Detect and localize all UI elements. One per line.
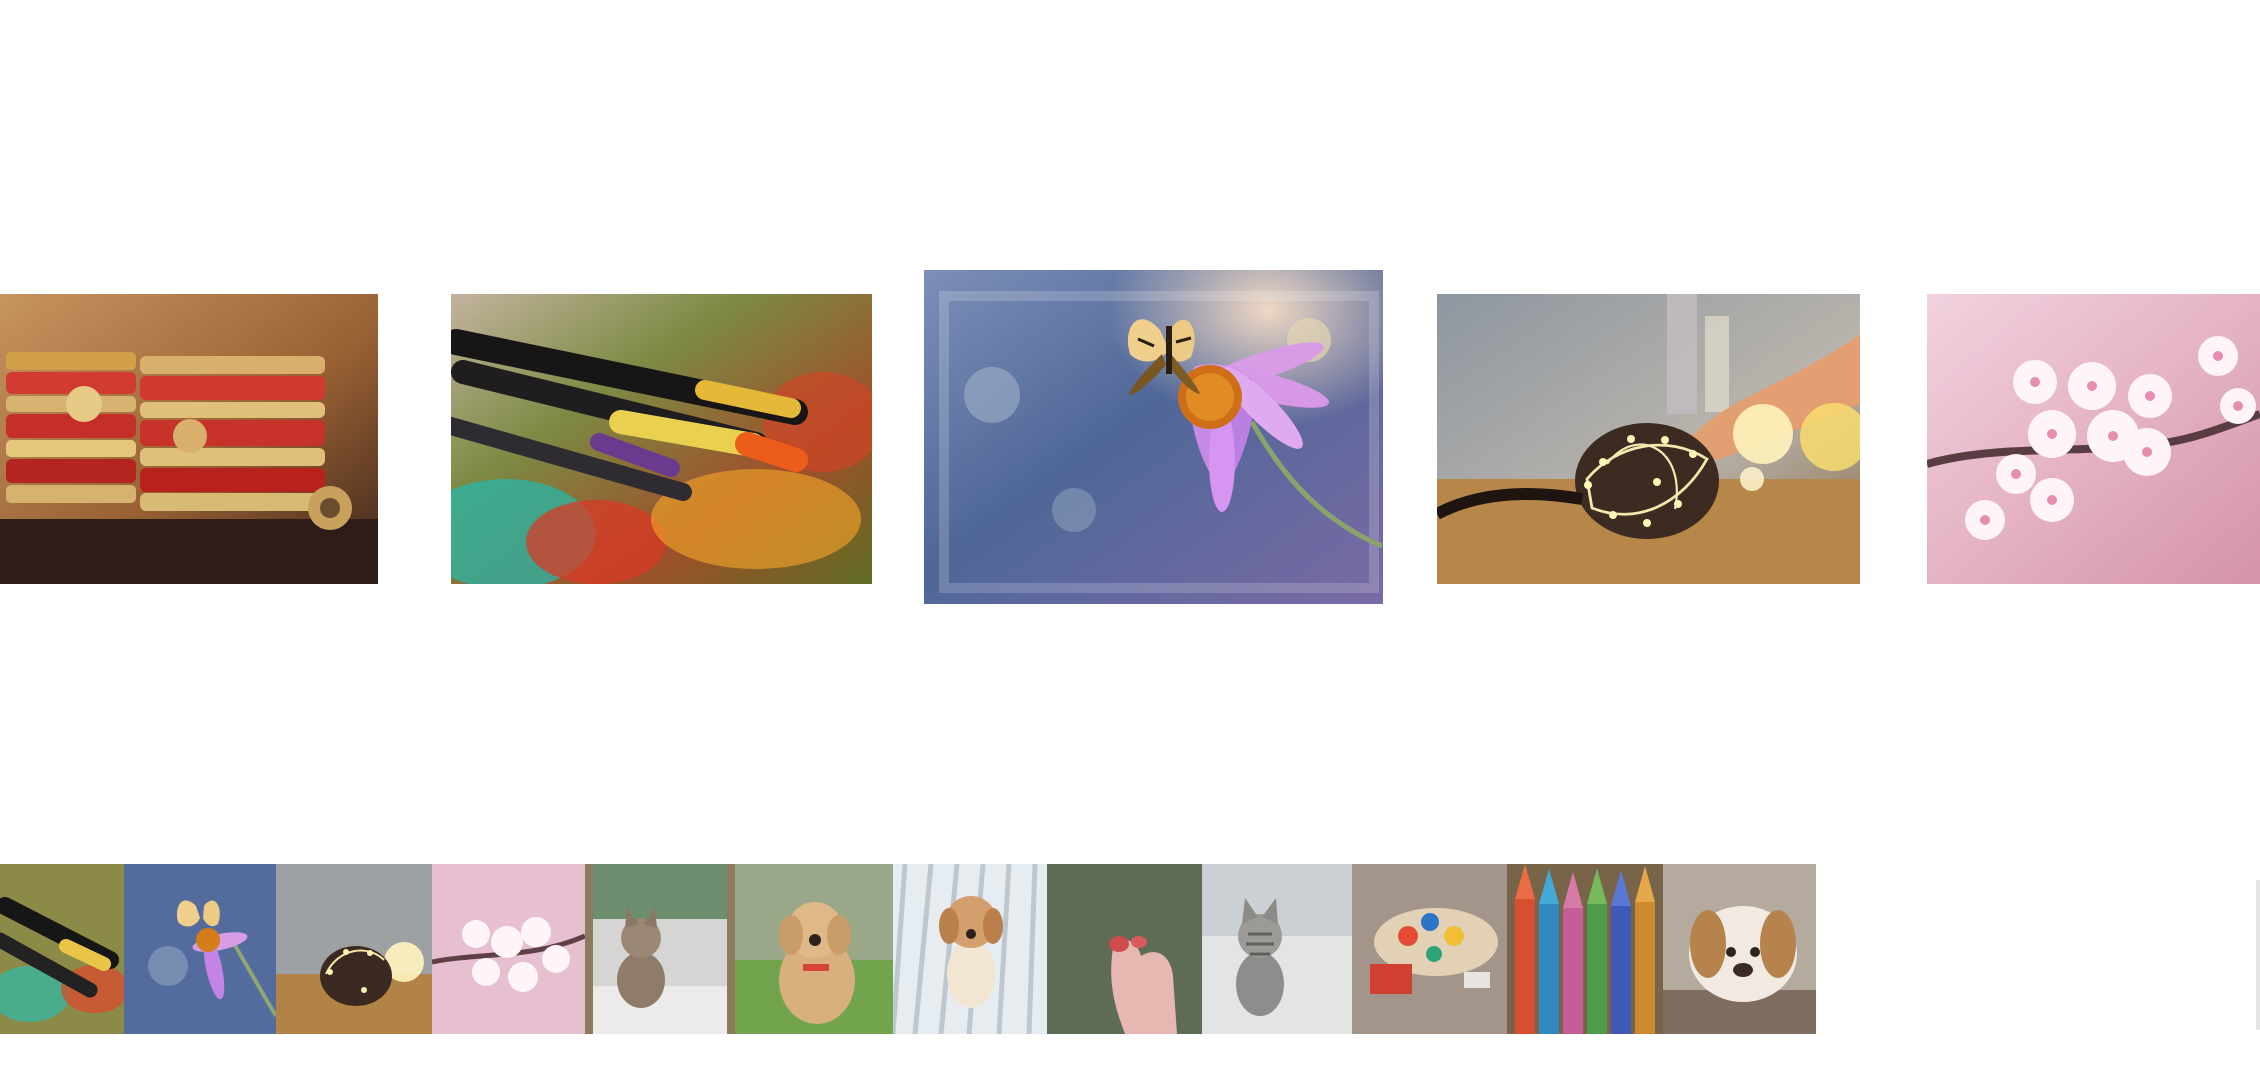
thumbnail-butterfly-flower[interactable] xyxy=(124,864,276,1034)
thumbnail-strip xyxy=(0,864,1820,1034)
hand-thumb xyxy=(1047,864,1202,1034)
paintbrushes-thumb xyxy=(0,864,124,1034)
slide-paintbrushes[interactable] xyxy=(451,294,872,584)
thumbnail-colored-pencils[interactable] xyxy=(1507,864,1663,1034)
kitten-thumb xyxy=(585,864,735,1034)
butterfly-flower-image xyxy=(924,270,1383,604)
thumbnail-sleeping-puppy[interactable] xyxy=(1663,864,1816,1034)
thumbnail-paintbrushes[interactable] xyxy=(0,864,124,1034)
slide-bangles[interactable] xyxy=(0,294,378,584)
slide-cherry-blossom[interactable] xyxy=(1927,294,2260,584)
fairy-lights-image xyxy=(1437,294,1860,584)
thumbnail-tabby-kitten[interactable] xyxy=(1202,864,1352,1034)
lights-thumb xyxy=(276,864,432,1034)
puppy-deck-thumb xyxy=(893,864,1047,1034)
sleeping-puppy-thumb xyxy=(1663,864,1816,1034)
tabby-kitten-thumb xyxy=(1202,864,1352,1034)
thumbnail-cherry-blossom[interactable] xyxy=(432,864,585,1034)
paint-palette-thumb xyxy=(1352,864,1507,1034)
bangles-image xyxy=(0,294,378,584)
slide-butterfly-flower-active[interactable] xyxy=(924,270,1383,604)
thumbnail-paint-palette[interactable] xyxy=(1352,864,1507,1034)
thumbnail-puppy-deck[interactable] xyxy=(893,864,1047,1034)
cherry-blossom-image xyxy=(1927,294,2260,584)
paintbrushes-image xyxy=(451,294,872,584)
thumbnail-puppy[interactable] xyxy=(735,864,893,1034)
image-carousel xyxy=(0,0,2260,700)
colored-pencils-thumb xyxy=(1507,864,1663,1034)
blossom-thumb xyxy=(432,864,585,1034)
right-edge-mark xyxy=(2256,880,2260,1030)
thumbnail-hand[interactable] xyxy=(1047,864,1202,1034)
slide-fairy-lights[interactable] xyxy=(1437,294,1860,584)
puppy-thumb xyxy=(735,864,893,1034)
thumbnail-fairy-lights[interactable] xyxy=(276,864,432,1034)
thumbnail-kitten[interactable] xyxy=(585,864,735,1034)
gallery-stage xyxy=(0,0,2260,1080)
butterfly-thumb xyxy=(124,864,276,1034)
